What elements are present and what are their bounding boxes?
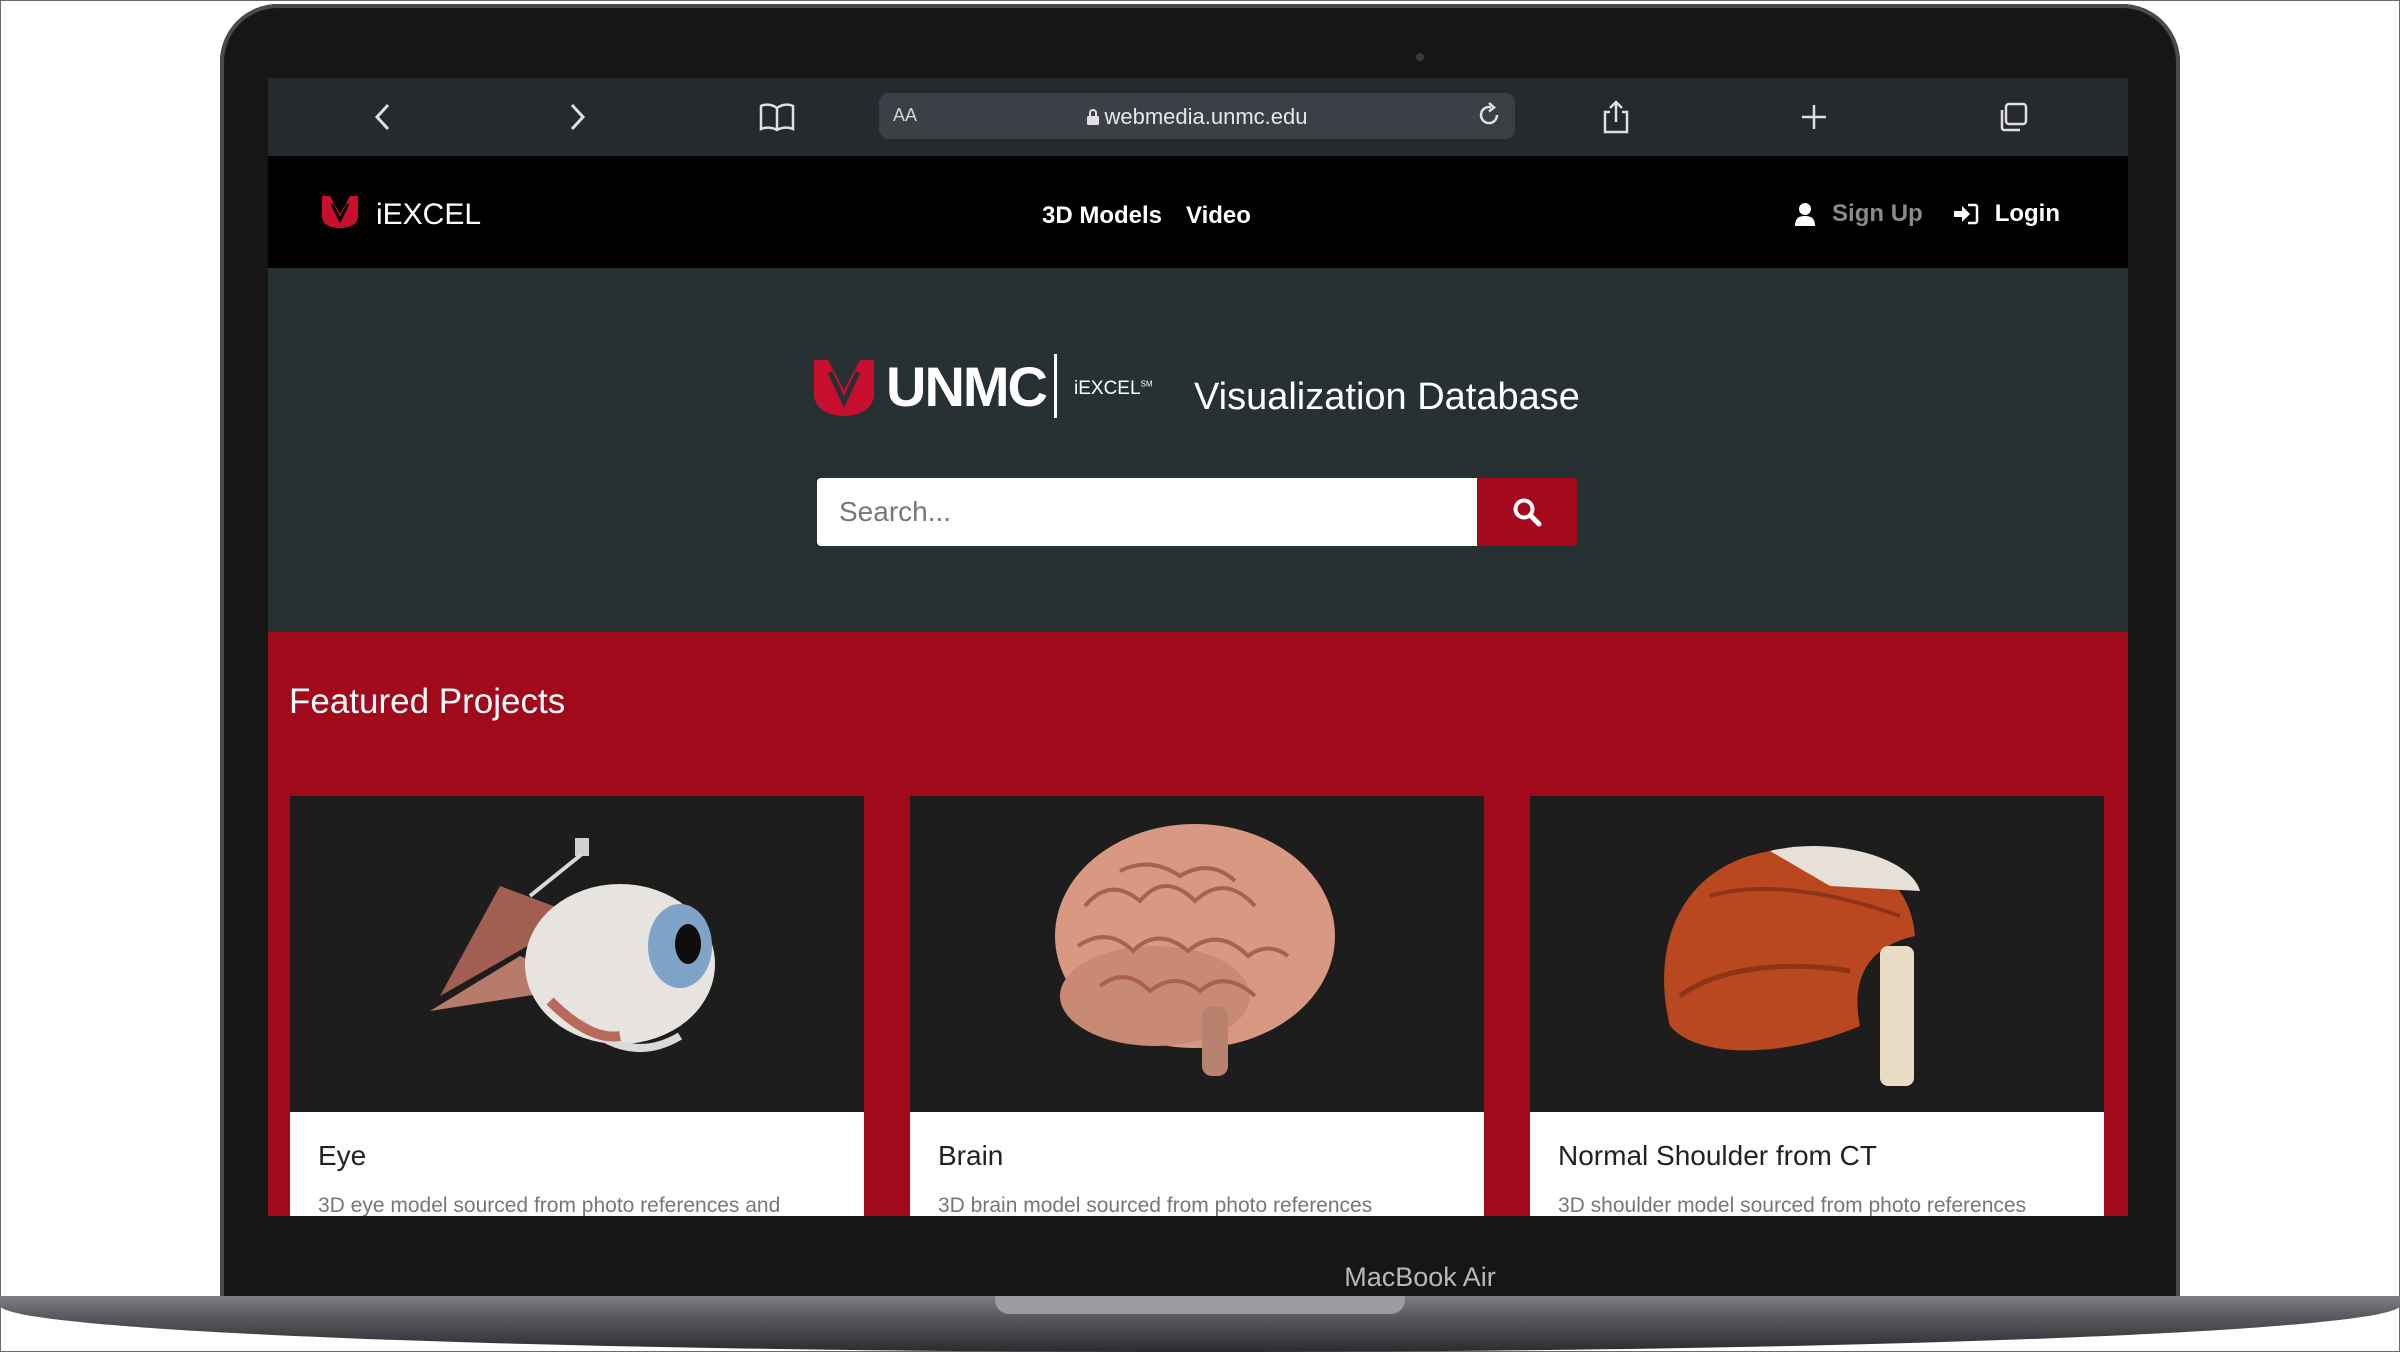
project-card-brain[interactable]: Brain 3D brain model sourced from photo … <box>910 796 1484 1216</box>
card-title: Normal Shoulder from CT <box>1558 1140 1877 1171</box>
card-title: Brain <box>938 1140 1004 1171</box>
user-icon <box>1795 203 1816 226</box>
card-description: 3D shoulder model sourced from photo ref… <box>1558 1194 2027 1216</box>
search-icon <box>1513 498 1542 527</box>
book-icon <box>759 103 795 132</box>
tabs-icon <box>2000 102 2028 132</box>
device-label: MacBook Air <box>1344 1262 1496 1292</box>
nav-link-3d-models[interactable]: 3D Models <box>1042 202 1162 230</box>
site-name[interactable]: iEXCEL <box>376 198 481 232</box>
chevron-left-icon <box>374 103 390 131</box>
search-button[interactable] <box>1477 478 1577 546</box>
share-icon <box>1603 100 1629 134</box>
forward-button[interactable] <box>558 98 596 136</box>
hero-banner: UNMC iEXCELSM Visualization Database <box>268 268 2128 632</box>
sign-in-icon <box>1953 203 1978 225</box>
camera-dot <box>1416 53 1424 61</box>
site-navbar: iEXCEL 3D Models Video Sign Up Login <box>268 156 2128 268</box>
logo-divider <box>1054 354 1057 418</box>
unmc-shield-icon <box>814 360 874 416</box>
main-nav: 3D Models Video <box>1042 202 1251 230</box>
address-bar[interactable]: AA webmedia.unmc.edu <box>879 93 1515 139</box>
featured-projects-section: Featured Projects Eye 3D eye model sourc… <box>268 632 2128 1216</box>
share-button[interactable] <box>1597 98 1635 136</box>
new-tab-button[interactable] <box>1795 98 1833 136</box>
unmc-logo-icon <box>322 196 358 228</box>
login-label: Login <box>1994 200 2060 227</box>
card-thumbnail <box>290 796 864 1112</box>
laptop-screen: AA webmedia.unmc.edu iEXCEL 3D Models Vi… <box>268 78 2128 1216</box>
search-input[interactable] <box>817 478 1477 546</box>
nav-link-video[interactable]: Video <box>1186 202 1251 230</box>
unmc-wordmark: UNMC <box>886 355 1048 418</box>
iexcel-wordmark: iEXCELSM <box>1074 378 1153 399</box>
login-link[interactable]: Login <box>1953 200 2060 228</box>
sign-up-label: Sign Up <box>1832 200 1923 227</box>
card-description: 3D brain model sourced from photo refere… <box>938 1194 1373 1216</box>
browser-toolbar: AA webmedia.unmc.edu <box>268 78 2128 156</box>
url-display[interactable]: webmedia.unmc.edu <box>879 104 1515 130</box>
tabs-button[interactable] <box>1994 98 2032 136</box>
lock-icon <box>1087 109 1100 125</box>
project-card-shoulder[interactable]: Normal Shoulder from CT 3D shoulder mode… <box>1530 796 2104 1216</box>
sign-up-link[interactable]: Sign Up <box>1794 200 1923 228</box>
eye-model-image <box>430 838 715 1052</box>
laptop-notch <box>995 1296 1405 1314</box>
card-title: Eye <box>318 1140 367 1171</box>
account-nav: Sign Up Login <box>1794 200 2060 228</box>
page-title: Visualization Database <box>1194 376 1580 418</box>
reload-icon <box>1479 102 1499 125</box>
project-card-eye[interactable]: Eye 3D eye model sourced from photo refe… <box>290 796 864 1216</box>
card-description: 3D eye model sourced from photo referenc… <box>318 1194 781 1216</box>
section-heading: Featured Projects <box>289 682 566 721</box>
card-thumbnail <box>910 796 1484 1112</box>
back-button[interactable] <box>364 98 402 136</box>
chevron-right-icon <box>570 103 586 131</box>
reload-button[interactable] <box>1475 101 1503 134</box>
card-thumbnail <box>1530 796 2104 1112</box>
shoulder-model-image <box>1664 845 1920 1086</box>
bookmarks-button[interactable] <box>758 98 796 136</box>
brain-model-image <box>1055 824 1335 1076</box>
plus-icon <box>1802 105 1826 129</box>
url-text: webmedia.unmc.edu <box>1104 104 1308 129</box>
